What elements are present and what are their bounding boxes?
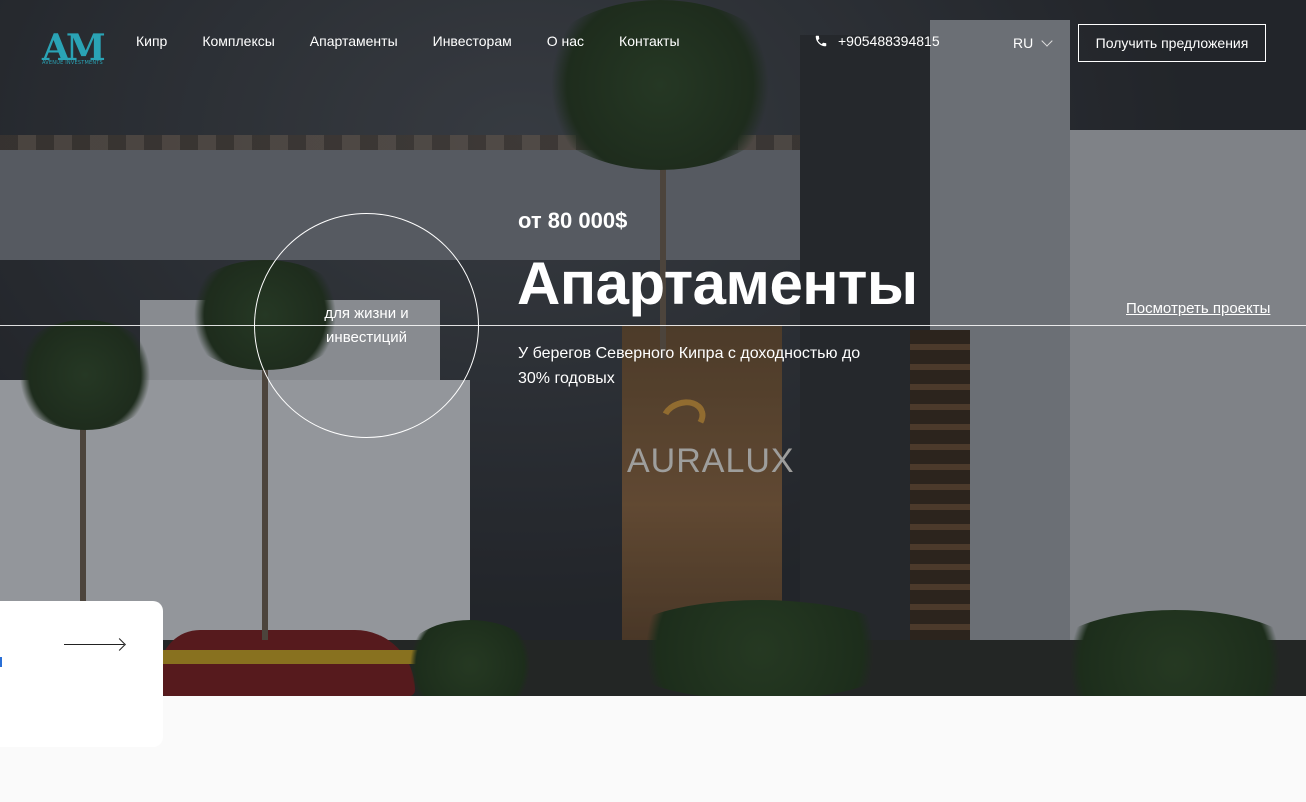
arrow-right-icon[interactable]	[64, 644, 124, 645]
view-projects-link[interactable]: Посмотреть проекты	[1126, 300, 1270, 317]
slider-card	[0, 601, 163, 747]
hero-circle-badge: для жизни и инвестиций	[254, 213, 479, 438]
nav-item-cyprus[interactable]: Кипр	[136, 33, 167, 49]
nav-item-about[interactable]: О нас	[547, 33, 584, 49]
hero-title: Апартаменты	[517, 250, 918, 317]
phone-link[interactable]: +905488394815	[814, 33, 940, 49]
get-offers-button[interactable]: Получить предложения	[1078, 24, 1266, 62]
nav-item-complexes[interactable]: Комплексы	[202, 33, 274, 49]
hero-price: от 80 000$	[518, 208, 628, 233]
phone-number: +905488394815	[838, 33, 940, 49]
nav-item-investors[interactable]: Инвесторам	[433, 33, 512, 49]
logo[interactable]: AM AVENUE INVESTMENTS	[42, 30, 108, 68]
chevron-down-icon	[1041, 35, 1053, 47]
hero-divider-line	[0, 325, 1306, 326]
main-nav: Кипр Комплексы Апартаменты Инвесторам О …	[136, 33, 715, 49]
language-label: RU	[1013, 35, 1034, 51]
nav-item-apartments[interactable]: Апартаменты	[310, 33, 398, 49]
language-selector[interactable]: RU	[1013, 35, 1053, 51]
nav-item-contacts[interactable]: Контакты	[619, 33, 679, 49]
site-header: AM AVENUE INVESTMENTS Кипр Комплексы Апа…	[0, 0, 1306, 86]
slider-indicator	[0, 657, 2, 667]
phone-icon	[815, 35, 827, 47]
hero-description: У берегов Северного Кипра с доходностью …	[518, 345, 861, 387]
page: AURALUX AM AVENUE INVESTMENTS Кипр Компл…	[0, 0, 1306, 802]
logo-tagline: AVENUE INVESTMENTS	[42, 60, 103, 66]
circle-text: для жизни и инвестиций	[324, 304, 409, 346]
